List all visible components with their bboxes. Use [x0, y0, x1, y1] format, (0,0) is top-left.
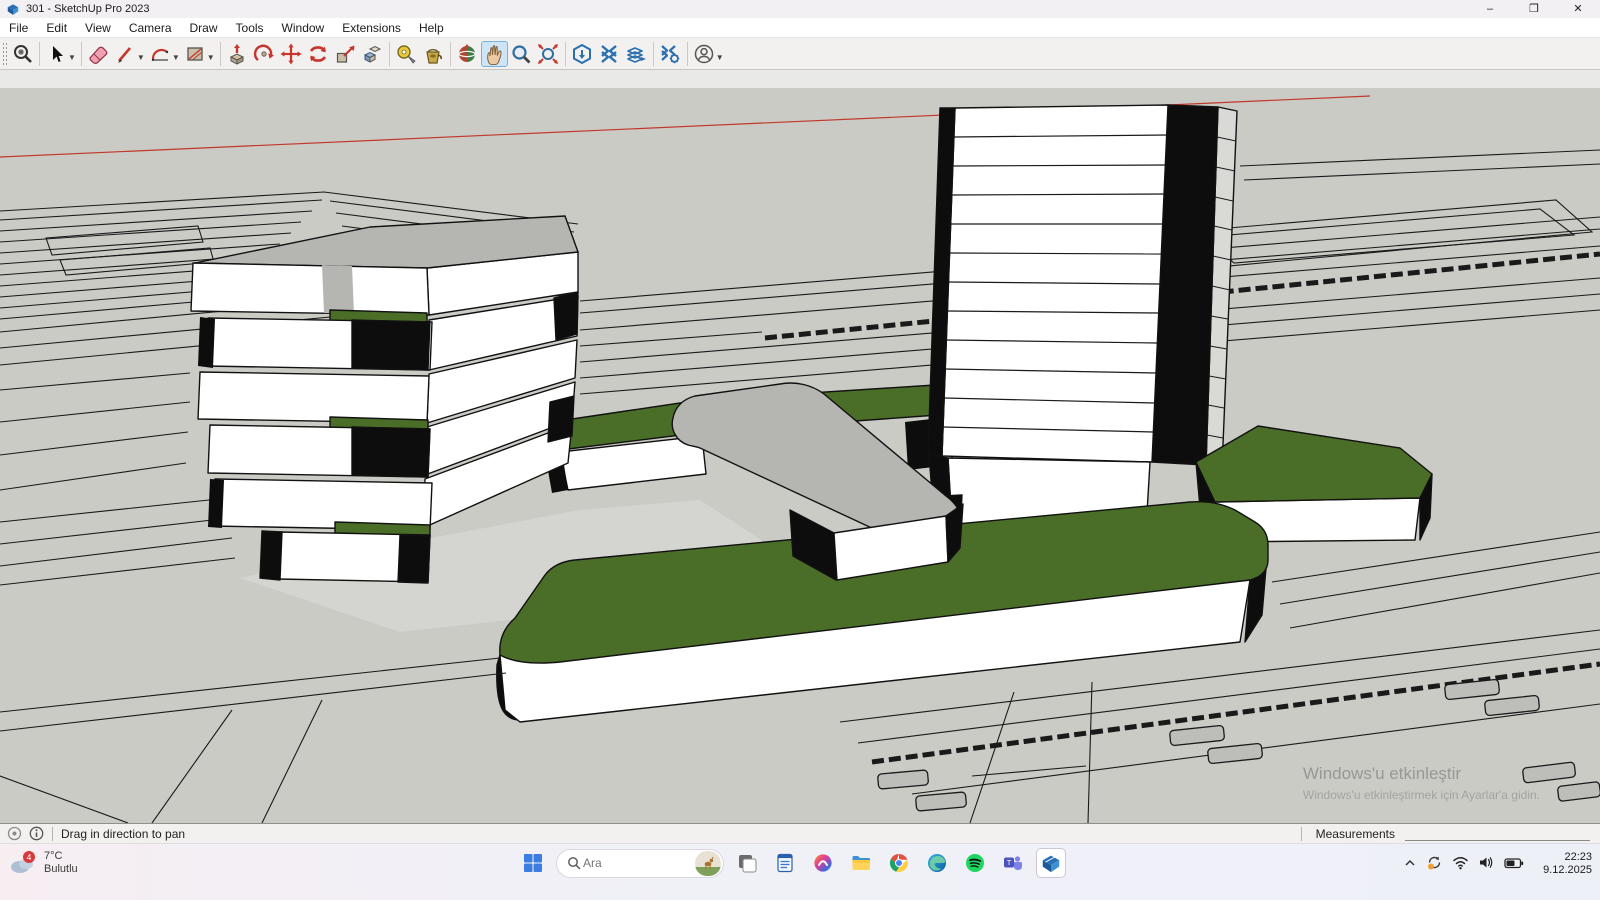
search-icon: [567, 856, 581, 870]
tray-chevron-icon[interactable]: [1403, 856, 1417, 870]
rectangle-tool-icon[interactable]: [182, 41, 209, 67]
sketchup-logo-icon: [6, 2, 20, 16]
close-button[interactable]: ✕: [1556, 0, 1600, 18]
system-tray: [1403, 854, 1524, 871]
menu-extensions[interactable]: Extensions: [333, 18, 410, 38]
parked-cars: [877, 679, 1600, 811]
menu-camera[interactable]: Camera: [120, 18, 181, 38]
menu-bar: File Edit View Camera Draw Tools Window …: [0, 18, 1600, 38]
sketchup-app-icon[interactable]: [1036, 848, 1066, 878]
menu-help[interactable]: Help: [410, 18, 453, 38]
svg-text:4: 4: [27, 852, 32, 862]
eraser-tool-icon[interactable]: [85, 41, 112, 67]
task-view-button[interactable]: [732, 848, 762, 878]
file-explorer-icon[interactable]: [846, 848, 876, 878]
menu-window[interactable]: Window: [273, 18, 334, 38]
spotify-app-icon[interactable]: [960, 848, 990, 878]
search-input[interactable]: [581, 855, 695, 871]
extension-warehouse-tool-icon[interactable]: [596, 41, 623, 67]
toolbar-grip[interactable]: [2, 42, 9, 66]
menu-edit[interactable]: Edit: [37, 18, 76, 38]
zoom-extents-tool-icon[interactable]: [535, 41, 562, 67]
search-highlight-image: [695, 851, 721, 876]
title-bar: 301 - SketchUp Pro 2023 – ❐ ✕: [0, 0, 1600, 18]
arc-dropdown-caret[interactable]: ▼: [172, 53, 180, 62]
start-button[interactable]: [518, 848, 548, 878]
zoom-tool-icon[interactable]: [508, 41, 535, 67]
notepad-app-icon[interactable]: [770, 848, 800, 878]
select-tool-icon[interactable]: [43, 41, 70, 67]
extension-manager-tool-icon[interactable]: [657, 41, 684, 67]
taskbar-clock[interactable]: 22:23 9.12.2025: [1543, 851, 1592, 877]
wifi-icon[interactable]: [1452, 854, 1469, 871]
line-dropdown-caret[interactable]: ▼: [137, 53, 145, 62]
minimize-button[interactable]: –: [1468, 0, 1512, 18]
svg-text:T: T: [1007, 858, 1012, 867]
measurements-label: Measurements: [1316, 827, 1395, 841]
model-viewport[interactable]: Windows'u etkinleştir Windows'u etkinleş…: [0, 70, 1600, 823]
model-scene: [0, 70, 1600, 823]
zoom-window-tool-icon[interactable]: [9, 41, 36, 67]
info-icon[interactable]: [29, 826, 44, 841]
pan-tool-icon[interactable]: [481, 41, 508, 67]
menu-file[interactable]: File: [0, 18, 37, 38]
status-bar: Drag in direction to pan Measurements: [0, 823, 1600, 843]
tower-building: [905, 105, 1237, 535]
rectangle-dropdown-caret[interactable]: ▼: [207, 53, 215, 62]
paint-bucket-tool-icon[interactable]: [420, 41, 447, 67]
orbit-tool-icon[interactable]: [454, 41, 481, 67]
taskbar: 4 7°C Bulutlu: [0, 843, 1600, 900]
follow-me-tool-icon[interactable]: [251, 41, 278, 67]
sync-status-icon[interactable]: [1426, 854, 1443, 871]
copilot-app-icon[interactable]: [808, 848, 838, 878]
tray-date: 9.12.2025: [1543, 864, 1592, 877]
select-dropdown-caret[interactable]: ▼: [68, 53, 76, 62]
tape-measure-tool-icon[interactable]: [393, 41, 420, 67]
geolocation-icon[interactable]: [7, 826, 22, 841]
weather-condition: Bulutlu: [44, 863, 78, 876]
menu-view[interactable]: View: [76, 18, 120, 38]
account-icon[interactable]: [691, 41, 718, 67]
move-tool-icon[interactable]: [278, 41, 305, 67]
rotate-tool-icon[interactable]: [305, 41, 332, 67]
measurements-input[interactable]: [1405, 827, 1590, 841]
arc-tool-icon[interactable]: [147, 41, 174, 67]
weather-cloud-icon: 4: [8, 849, 38, 877]
battery-icon[interactable]: [1504, 856, 1524, 870]
menu-tools[interactable]: Tools: [227, 18, 273, 38]
edge-app-icon[interactable]: [922, 848, 952, 878]
weather-temp: 7°C: [44, 850, 78, 863]
push-pull-tool-icon[interactable]: [224, 41, 251, 67]
scale-tool-icon[interactable]: [332, 41, 359, 67]
weather-widget[interactable]: 4 7°C Bulutlu: [8, 849, 78, 877]
tray-time: 22:23: [1543, 851, 1592, 864]
share-component-tool-icon[interactable]: [623, 41, 650, 67]
volume-icon[interactable]: [1478, 854, 1495, 871]
window-title: 301 - SketchUp Pro 2023: [26, 3, 150, 15]
teams-app-icon[interactable]: T: [998, 848, 1028, 878]
menu-draw[interactable]: Draw: [181, 18, 227, 38]
restore-button[interactable]: ❐: [1512, 0, 1556, 18]
offset-tool-icon[interactable]: [359, 41, 386, 67]
line-tool-icon[interactable]: [112, 41, 139, 67]
account-dropdown-caret[interactable]: ▼: [716, 53, 724, 62]
chrome-app-icon[interactable]: [884, 848, 914, 878]
toolbar: ▼ ▼ ▼ ▼: [0, 38, 1600, 70]
taskbar-search[interactable]: [556, 849, 724, 878]
status-hint: Drag in direction to pan: [61, 827, 185, 841]
sketchup-window: 301 - SketchUp Pro 2023 – ❐ ✕ File Edit …: [0, 0, 1600, 900]
get-models-tool-icon[interactable]: [569, 41, 596, 67]
